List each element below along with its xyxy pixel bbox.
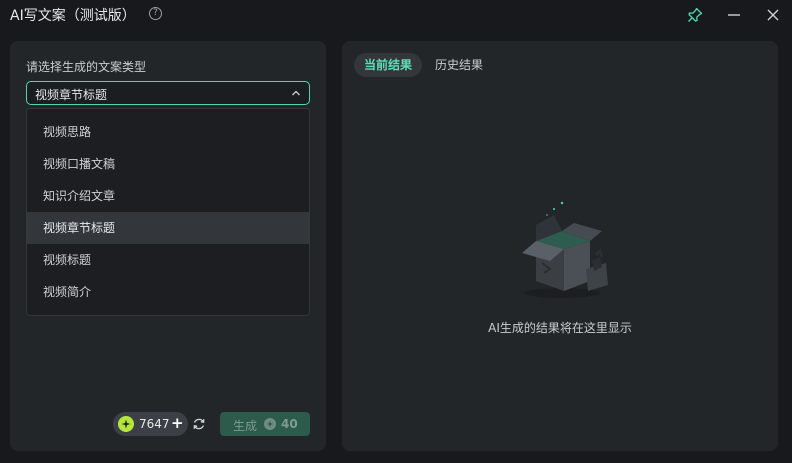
pin-icon	[688, 7, 703, 22]
tab-current-result[interactable]: 当前结果	[354, 53, 423, 77]
copy-type-value: 视频章节标题	[35, 88, 108, 102]
dropdown-item-video-intro[interactable]: 视频简介	[27, 276, 309, 308]
coin-icon	[264, 418, 276, 430]
title-bar: AI写文案（测试版） ?	[0, 0, 792, 30]
refresh-icon[interactable]	[192, 417, 206, 431]
minimize-button[interactable]	[723, 4, 745, 26]
config-panel: 请选择生成的文案类型 视频章节标题 视频思路 视频口播文稿 知识介绍文章 视频章…	[10, 41, 326, 451]
credit-count: 7647	[139, 417, 170, 431]
empty-box-icon	[522, 201, 608, 298]
copy-type-dropdown: 视频思路 视频口播文稿 知识介绍文章 视频章节标题 视频标题 视频简介	[26, 108, 310, 316]
dropdown-item-voiceover-script[interactable]: 视频口播文稿	[27, 148, 309, 180]
help-icon[interactable]: ?	[149, 7, 162, 20]
pin-button[interactable]	[684, 4, 706, 26]
copy-type-select[interactable]: 视频章节标题	[26, 81, 310, 105]
empty-state-text: AI生成的结果将在这里显示	[488, 321, 632, 335]
generate-button[interactable]: 生成 40	[220, 412, 310, 436]
minimize-icon	[728, 14, 740, 16]
credit-icon	[118, 416, 134, 432]
generate-cost: 40	[281, 417, 298, 431]
credits-badge[interactable]: 7647 +	[113, 412, 188, 436]
close-button[interactable]	[762, 4, 784, 26]
generate-label: 生成	[233, 419, 258, 433]
add-credits-button[interactable]: +	[171, 414, 184, 432]
dropdown-item-chapter-title[interactable]: 视频章节标题	[27, 212, 309, 244]
tab-history-result[interactable]: 历史结果	[425, 53, 493, 77]
dropdown-item-video-idea[interactable]: 视频思路	[27, 116, 309, 148]
results-panel: 当前结果 历史结果 AI生成的结果将在这里显示	[342, 41, 778, 451]
chevron-up-icon	[292, 90, 300, 96]
dropdown-item-video-title[interactable]: 视频标题	[27, 244, 309, 276]
copy-type-label: 请选择生成的文案类型	[26, 60, 147, 74]
close-icon	[767, 9, 779, 21]
window-title: AI写文案（测试版）	[10, 8, 136, 24]
dropdown-item-knowledge-article[interactable]: 知识介绍文章	[27, 180, 309, 212]
